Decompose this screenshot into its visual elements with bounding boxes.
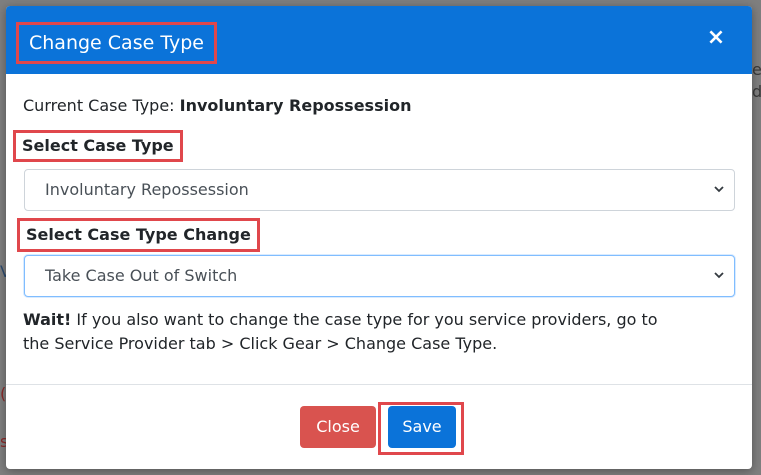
modal-footer: Close Save (6, 384, 752, 469)
current-case-type-label: Current Case Type: (23, 96, 175, 115)
current-case-type-value: Involuntary Repossession (179, 96, 412, 115)
case-type-change-select[interactable]: Take Case Out of Switch (24, 255, 735, 297)
case-type-select[interactable]: Involuntary Repossession (24, 169, 735, 211)
modal-header: Change Case Type × (6, 6, 752, 74)
case-type-select-value: Involuntary Repossession (45, 180, 249, 199)
warning-message: Wait! If you also want to change the cas… (23, 308, 683, 356)
modal-title: Change Case Type (16, 22, 217, 64)
change-case-type-modal: Change Case Type × Current Case Type: In… (6, 6, 752, 469)
chevron-down-icon (714, 186, 724, 193)
save-button[interactable]: Save (388, 406, 456, 448)
current-case-type: Current Case Type: Involuntary Repossess… (23, 96, 411, 115)
warning-lead: Wait! (23, 310, 72, 329)
select-case-type-label: Select Case Type (13, 130, 183, 162)
close-button[interactable]: Close (300, 406, 376, 448)
background-text-fragment: e (752, 60, 761, 79)
case-type-change-select-value: Take Case Out of Switch (45, 266, 238, 285)
warning-text: If you also want to change the case type… (23, 310, 658, 353)
chevron-down-icon (714, 272, 724, 279)
background-text-fragment: d (752, 82, 761, 101)
close-icon[interactable]: × (706, 27, 726, 49)
select-case-type-change-label: Select Case Type Change (17, 218, 260, 252)
modal-body: Current Case Type: Involuntary Repossess… (6, 74, 752, 384)
